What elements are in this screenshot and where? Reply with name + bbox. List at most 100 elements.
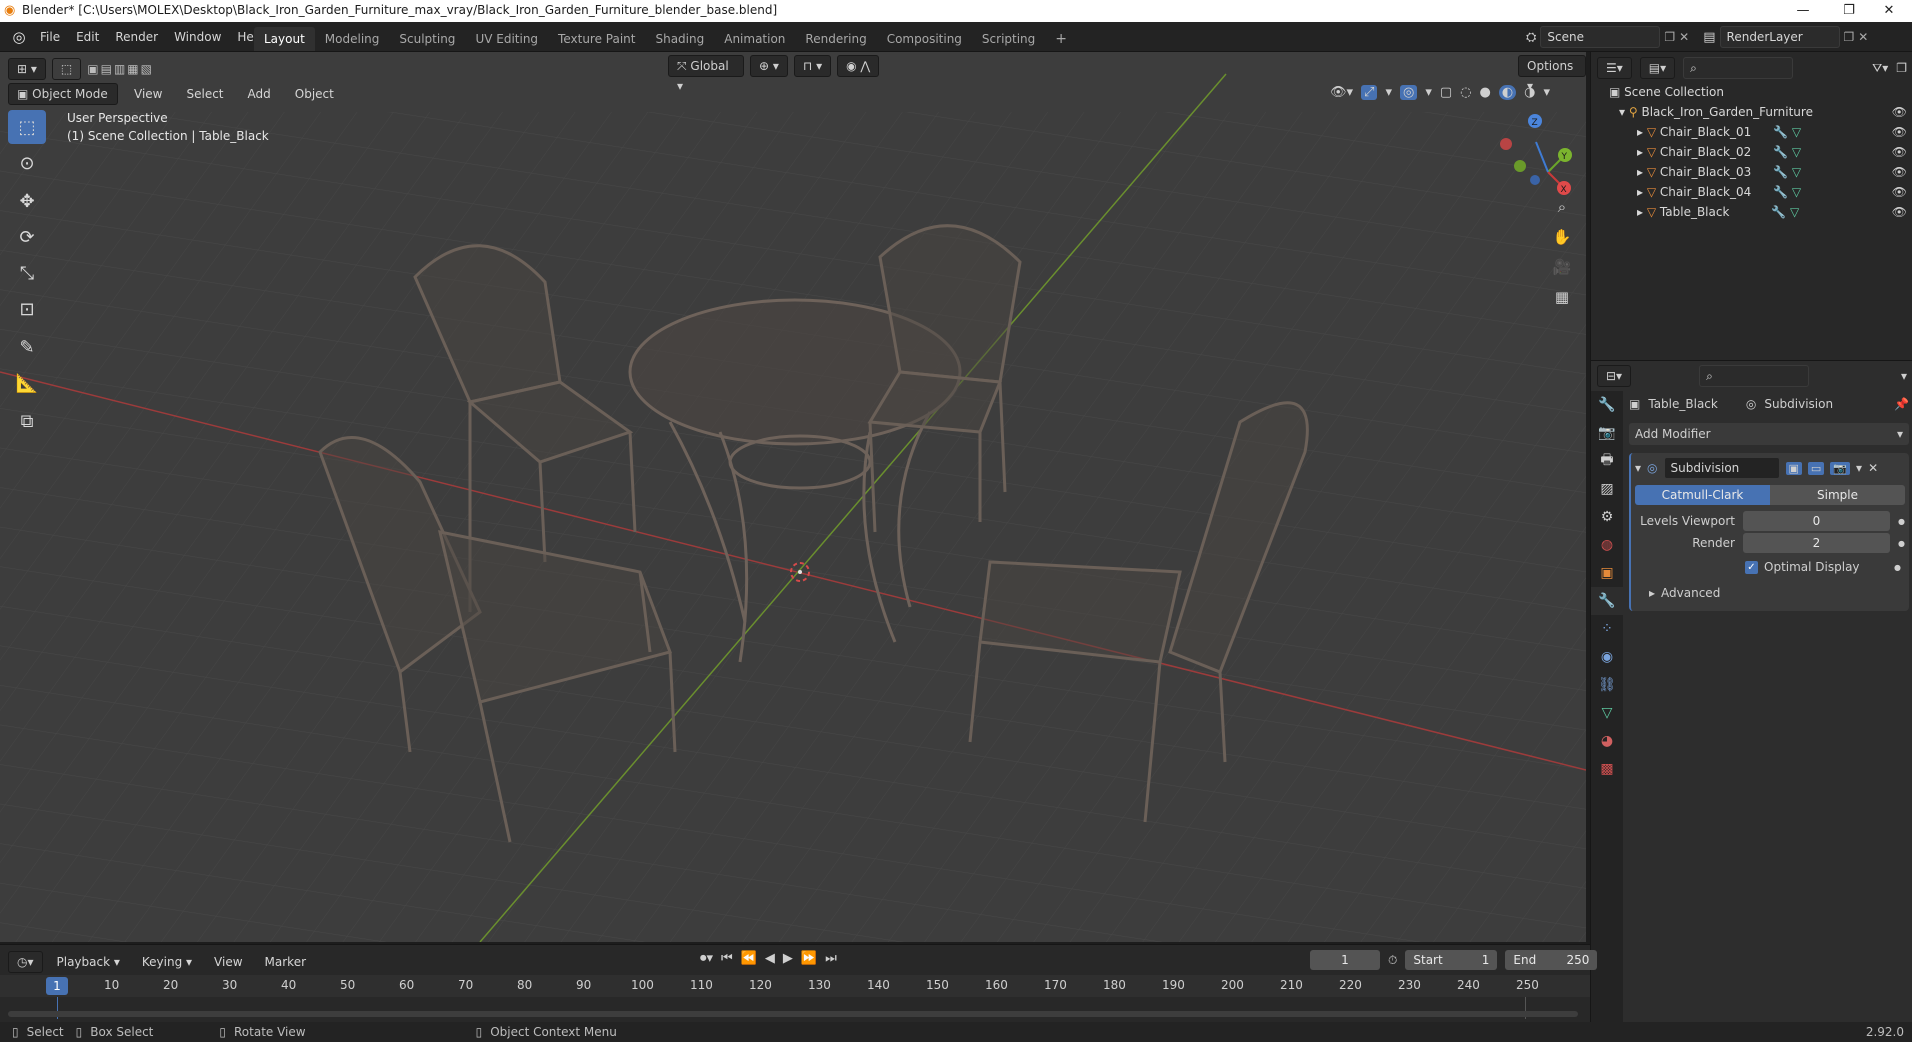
minimize-icon[interactable]: — — [1780, 0, 1826, 22]
tab-rendering[interactable]: Rendering — [795, 27, 876, 51]
pan-hand-icon[interactable]: ✋ — [1548, 222, 1576, 252]
select-difference-icon[interactable]: ▦ — [127, 62, 138, 76]
outliner-row-object[interactable]: ▸ ▽ Chair_Black_01 🔧 ▽ 👁 — [1591, 122, 1912, 142]
select-new-icon[interactable]: ▣ — [87, 62, 98, 76]
menu-edit[interactable]: Edit — [68, 25, 107, 49]
shading-dropdown-icon[interactable]: ▾ — [1544, 85, 1551, 100]
outliner-row-collection[interactable]: ▾ ⚲ Black_Iron_Garden_Furniture 👁 — [1591, 102, 1912, 122]
timeline-menu-marker[interactable]: Marker — [257, 952, 314, 972]
data-tab-icon[interactable]: ▽ — [1591, 699, 1623, 727]
optimal-display-checkbox[interactable]: ✓ — [1745, 560, 1758, 574]
outliner-search-input[interactable]: ⌕ — [1683, 57, 1794, 79]
start-frame-field[interactable]: Start 1 — [1405, 950, 1498, 970]
xray-icon[interactable]: ▢ — [1440, 85, 1452, 100]
tool-tab-icon[interactable]: 🔧 — [1591, 391, 1623, 419]
wireframe-shading-icon[interactable]: ◌ — [1460, 85, 1471, 100]
visibility-eye-icon[interactable]: 👁 — [1892, 182, 1907, 202]
tab-compositing[interactable]: Compositing — [877, 27, 972, 51]
modifier-wrench-icon[interactable]: 🔧 — [1773, 125, 1788, 139]
render-levels-field[interactable]: 2 — [1742, 533, 1891, 553]
physics-tab-icon[interactable]: ◉ — [1591, 643, 1623, 671]
perspective-grid-icon[interactable]: ▦ — [1548, 282, 1576, 312]
simple-button[interactable]: Simple — [1770, 485, 1905, 505]
modifier-wrench-icon[interactable]: 🔧 — [1771, 205, 1786, 219]
overlay-dropdown-icon[interactable]: ▾ — [1425, 85, 1432, 100]
close-icon[interactable]: ✕ — [1866, 0, 1912, 22]
outliner-editor-icon[interactable]: ☰▾ — [1597, 57, 1632, 79]
expand-arrow-icon[interactable]: ▸ — [1637, 205, 1643, 219]
jump-keyframe-back-icon[interactable]: ⏪ — [741, 951, 757, 966]
viewport-menu-object[interactable]: Object — [287, 83, 342, 105]
proportional-edit-icon[interactable]: ◉ ⋀ — [837, 55, 880, 77]
render-tab-icon[interactable]: 📷 — [1591, 419, 1623, 447]
keyframe-dot-icon[interactable]: ● — [1898, 517, 1905, 526]
edit-mode-toggle-icon[interactable]: ▣ — [1785, 461, 1802, 475]
current-frame-field[interactable]: 1 — [1310, 950, 1380, 970]
modifier-menu-icon[interactable]: ▾ — [1856, 461, 1862, 475]
timeline-scrollbar[interactable] — [8, 1011, 1578, 1017]
tab-texture-paint[interactable]: Texture Paint — [548, 27, 645, 51]
selection-modes[interactable]: ▣ ▤ ▥ ▦ ▧ — [87, 62, 152, 76]
scene-tab-icon[interactable]: ⚙ — [1591, 503, 1623, 531]
new-scene-icon[interactable]: ❐ — [1664, 30, 1675, 44]
delete-layer-icon[interactable]: ✕ — [1858, 30, 1868, 44]
viewport-menu-add[interactable]: Add — [240, 83, 279, 105]
visibility-eye-icon[interactable]: 👁 — [1892, 142, 1907, 162]
snap-icon[interactable]: ⊓ ▾ — [793, 55, 832, 77]
select-box-tool-icon[interactable]: ⬚ — [8, 110, 46, 144]
timeline-menu-playback[interactable]: Playback ▾ — [49, 952, 128, 972]
select-extend-icon[interactable]: ▤ — [101, 62, 112, 76]
catmull-clark-button[interactable]: Catmull-Clark — [1635, 485, 1770, 505]
overlay-toggle-icon[interactable]: ◎ — [1399, 85, 1418, 100]
properties-search-input[interactable]: ⌕ — [1699, 365, 1810, 387]
transform-tool-icon[interactable]: ⊡ — [8, 292, 46, 326]
delete-scene-icon[interactable]: ✕ — [1679, 30, 1689, 44]
particles-tab-icon[interactable]: ⁘ — [1591, 615, 1623, 643]
expand-arrow-icon[interactable]: ▸ — [1637, 125, 1643, 139]
tab-shading[interactable]: Shading — [645, 27, 714, 51]
filter-icon[interactable]: ⛛▾ — [1872, 61, 1888, 76]
modifier-wrench-icon[interactable]: 🔧 — [1773, 145, 1788, 159]
object-tab-icon[interactable]: ▣ — [1591, 559, 1623, 587]
play-reverse-icon[interactable]: ◀ — [765, 951, 775, 966]
tab-animation[interactable]: Animation — [714, 27, 795, 51]
gizmo-dropdown-icon[interactable]: ▾ — [1385, 85, 1392, 100]
new-layer-icon[interactable]: ❐ — [1844, 30, 1855, 44]
zoom-icon[interactable]: ⌕ — [1548, 192, 1576, 222]
pivot-point-icon[interactable]: ⊕ ▾ — [750, 55, 788, 77]
mesh-data-icon[interactable]: ▽ — [1792, 125, 1801, 139]
outliner-row-object[interactable]: ▸ ▽ Chair_Black_02 🔧 ▽ 👁 — [1591, 142, 1912, 162]
menu-window[interactable]: Window — [166, 25, 229, 49]
mesh-data-icon[interactable]: ▽ — [1792, 145, 1801, 159]
solid-shading-icon[interactable]: ● — [1479, 85, 1490, 100]
3d-viewport[interactable]: Y X Z ⊞ ▾ ⬚ ▣ ▤ ▥ ▦ ▧ ⤧ Global ▾ ⊕ ▾ ⊓ ▾… — [0, 52, 1586, 942]
keyframe-dot-icon[interactable]: ● — [1898, 539, 1905, 548]
collapse-arrow-icon[interactable]: ▾ — [1635, 461, 1641, 475]
tab-modeling[interactable]: Modeling — [315, 27, 390, 51]
outliner-row-scene-collection[interactable]: ▣ Scene Collection — [1591, 82, 1912, 102]
render-toggle-icon[interactable]: 📷 — [1830, 461, 1851, 475]
output-tab-icon[interactable]: 🖶 — [1591, 447, 1623, 475]
visibility-eye-icon[interactable]: 👁 — [1892, 162, 1907, 182]
select-intersect-icon[interactable]: ▧ — [141, 62, 152, 76]
scene-name-field[interactable]: Scene — [1540, 26, 1661, 48]
auto-keying-icon[interactable]: ⏺▾ — [700, 951, 713, 966]
mesh-data-icon[interactable]: ▽ — [1792, 165, 1801, 179]
new-collection-icon[interactable]: ❐ — [1896, 61, 1907, 75]
world-tab-icon[interactable]: ◍ — [1591, 531, 1623, 559]
menu-file[interactable]: File — [32, 25, 68, 49]
material-shading-icon[interactable]: ◐ — [1498, 85, 1517, 100]
viewport-toggle-icon[interactable]: ▭ — [1807, 461, 1825, 475]
jump-keyframe-forward-icon[interactable]: ⏩ — [801, 951, 817, 966]
advanced-subpanel[interactable]: ▸ Advanced — [1635, 583, 1905, 603]
timeline-menu-view[interactable]: View — [206, 952, 250, 972]
playhead[interactable]: 1 — [46, 977, 68, 995]
end-frame-field[interactable]: End 250 — [1505, 950, 1598, 970]
select-mode-icon[interactable]: ⬚ — [51, 58, 82, 80]
expand-arrow-icon[interactable]: ▸ — [1637, 145, 1643, 159]
options-dropdown[interactable]: Options ▾ — [1518, 55, 1586, 93]
scene-icon[interactable]: ⛭ — [1526, 30, 1536, 45]
modifier-wrench-icon[interactable]: 🔧 — [1773, 165, 1788, 179]
modifier-tab-icon[interactable]: 🔧 — [1591, 587, 1623, 615]
remove-modifier-icon[interactable]: ✕ — [1868, 461, 1878, 475]
